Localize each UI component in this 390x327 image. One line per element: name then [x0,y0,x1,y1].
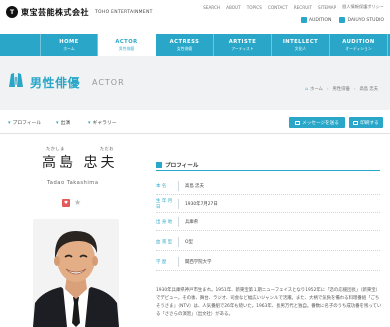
print-button[interactable]: 印刷する [349,117,383,128]
send-message-label: メッセージを送る [302,120,339,126]
breadcrumb-current: 高島 忠夫 [359,87,378,92]
print-label: 印刷する [360,120,379,126]
nav-intellect-jp: 文化人 [294,45,307,51]
nav-artiste[interactable]: ARTISTE アーティスト [214,34,272,56]
nav-actor-en: ACTOR [115,38,138,45]
profile-value: 兵庫県 [178,216,198,227]
breadcrumb: ⌂ ホーム › 男性俳優 › 高島 忠夫 [305,86,378,93]
profile-row-education: 学歴 関西学院大学 [156,253,380,271]
page-title-en: ACTOR [92,78,125,87]
nav-actor[interactable]: ACTOR 男性俳優 [98,34,156,56]
audition-link[interactable]: AUDITION [300,17,332,23]
audition-icon [300,17,307,23]
actor-name: 高島 忠夫 [42,155,118,171]
nav-intellect-en: INTELLECT [282,38,319,45]
anchor-profile[interactable]: ▾ プロフィール [8,119,42,127]
profile-key: 本名 [156,183,168,189]
site-header: T 東宝芸能株式会社 TOHO ENTERTAINMENT SEARCH ABO… [0,0,390,32]
logo-text-jp: 東宝芸能株式会社 [21,7,89,17]
studio-icon [339,17,346,23]
nav-home-jp: ホーム [63,45,75,51]
star-icon[interactable]: ★ [74,199,81,207]
nav-artiste-en: ARTISTE [228,38,257,45]
profile-divider [156,170,380,171]
site-logo[interactable]: T 東宝芸能株式会社 TOHO ENTERTAINMENT [6,6,153,18]
anchor-gallery[interactable]: ▾ ギャラリー [88,119,117,127]
logo-text-en: TOHO ENTERTAINMENT [95,9,153,15]
heading-square-icon [156,162,162,168]
nav-actress[interactable]: ACTRESS 女性俳優 [156,34,214,56]
chevron-down-icon: ▾ [56,119,59,126]
breadcrumb-separator: › [326,86,329,92]
nav-audition[interactable]: AUDITION オーディション [330,34,388,56]
favorite-button[interactable]: ♥ [62,199,70,207]
top-link-sitemap[interactable]: SITEMAP [318,5,336,10]
profile-value: O型 [178,236,193,247]
mail-icon [295,120,301,125]
chevron-down-icon: ▾ [8,119,11,126]
top-link-topics[interactable]: TOPICS [247,5,262,10]
nav-actress-jp: 女性俳優 [176,45,193,51]
home-icon[interactable]: ⌂ [305,87,308,92]
profile-row-realname: 本名 高島 忠夫 [156,177,380,195]
profile-heading-label: プロフィール [165,163,199,169]
profile-value: 高島 忠夫 [178,180,204,191]
sub-links: AUDITION DAIUYO STUDIO [293,17,384,23]
send-message-button[interactable]: メッセージを送る [289,117,345,128]
print-icon [353,120,359,125]
nav-actor-jp: 男性俳優 [118,45,135,51]
actor-badges: ♥ ★ [62,199,81,207]
main-nav: HOME ホーム ACTOR 男性俳優 ACTRESS 女性俳優 ARTISTE… [0,34,390,56]
anchor-works-label: 出演 [60,121,71,126]
profile-key: 生年月日 [156,198,174,210]
page-title: 男性俳優 [30,76,81,90]
profile-key: 出身地 [156,219,174,225]
studio-link[interactable]: DAIUYO STUDIO [339,17,384,23]
nav-home[interactable]: HOME ホーム [40,34,98,56]
actor-name-en: Tadao Takashima [47,180,99,186]
top-link-recruit[interactable]: RECRUIT [294,5,312,10]
profile-value: 1930年7月27日 [178,198,218,209]
logo-mark: T [6,6,18,18]
nav-home-en: HOME [59,38,79,45]
top-link-about[interactable]: ABOUT [226,5,241,10]
anchor-gallery-label: ギャラリー [92,121,117,126]
profile-row-birthdate: 生年月日 1930年7月27日 [156,195,380,213]
nav-artiste-jp: アーティスト [231,45,254,51]
actor-photo [33,219,119,327]
profile-row-bloodtype: 血液型 O型 [156,233,380,251]
nav-actress-en: ACTRESS [169,38,200,45]
breadcrumb-separator: › [353,86,356,92]
anchor-profile-label: プロフィール [12,121,42,126]
profile-biography: 1930年兵庫県神戸市生まれ。1951年、新東宝第１期ニューフェイスとなり195… [156,288,382,317]
breadcrumb-actor[interactable]: 男性俳優 [333,86,350,92]
top-link-search[interactable]: SEARCH [203,5,220,10]
top-links: SEARCH ABOUT TOPICS CONTACT RECRUIT SITE… [197,4,384,10]
nav-intellect[interactable]: INTELLECT 文化人 [272,34,330,56]
profile-key: 血液型 [156,239,174,245]
profile-row-birthplace: 出身地 兵庫県 [156,213,380,231]
profile-key: 学歴 [156,259,168,265]
studio-link-label: DAIUYO STUDIO [347,17,384,23]
top-link-privacy[interactable]: 個人情報保護ポリシー [342,4,384,10]
nav-audition-jp: オーディション [345,45,372,51]
nav-audition-en: AUDITION [342,38,375,45]
top-link-contact[interactable]: CONTACT [268,5,288,10]
actor-portrait [33,219,119,327]
profile-value: 関西学院大学 [178,256,211,267]
chevron-down-icon: ▾ [88,119,91,126]
breadcrumb-home[interactable]: ホーム [310,86,323,92]
audition-link-label: AUDITION [308,17,332,23]
anchor-works[interactable]: ▾ 出演 [56,119,71,127]
actor-suit-icon [9,73,23,87]
